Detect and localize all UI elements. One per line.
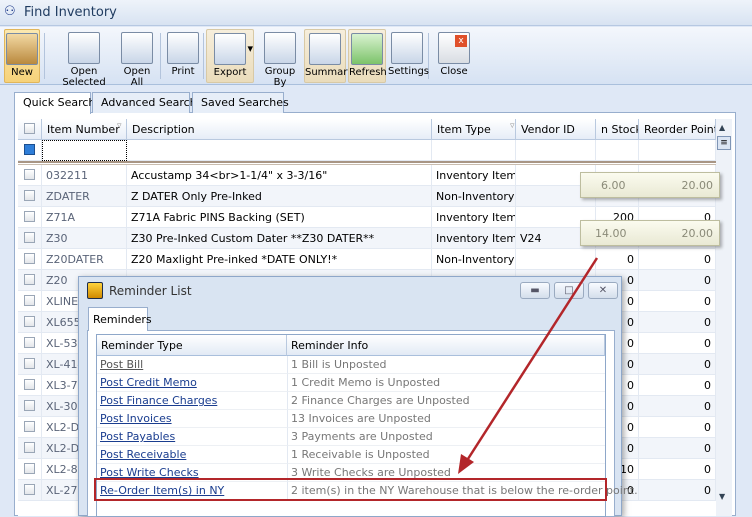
annotation-arrow [458,257,599,474]
